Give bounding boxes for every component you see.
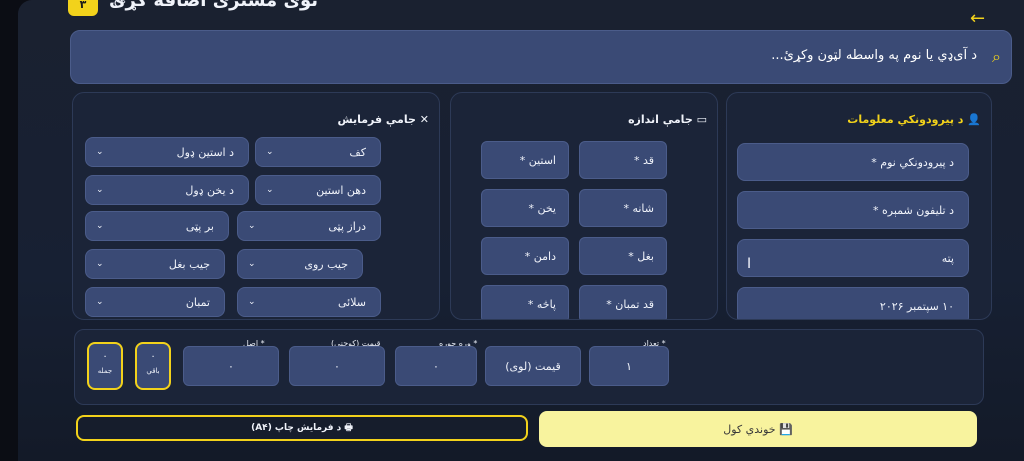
chevron-down-icon: ⌄ — [96, 221, 104, 231]
chevron-down-icon: ⌄ — [248, 221, 256, 231]
dropdown-placket[interactable]: بر پټی ⌄ — [85, 211, 229, 241]
size-field[interactable]: شانه * — [579, 189, 667, 227]
price-large-input[interactable]: قیمت (لوی) — [485, 346, 581, 386]
header: ۳ ⟳ نوی مشتری اضافه کړئ ← — [18, 0, 1024, 30]
size-field[interactable]: پاڅه * — [481, 285, 569, 319]
size-panel: ▭ جامې اندازه قد * استین * شانه * یخن * … — [450, 92, 718, 320]
size-field[interactable]: دامن * — [481, 237, 569, 275]
app-frame: ۳ ⟳ نوی مشتری اضافه کړئ ← ⌕ د آی‌ډي یا ن… — [18, 0, 1024, 461]
size-field[interactable]: بغل * — [579, 237, 667, 275]
remaining-box[interactable]: ۰ باقي — [135, 342, 171, 390]
qty-input[interactable]: ۱ — [589, 346, 669, 386]
search-placeholder: د آی‌ډي یا نوم په واسطه لټون وکړئ... — [771, 48, 977, 63]
customer-panel: 👤 د پیرودونکي معلومات د پیرودونکي نوم * … — [726, 92, 992, 320]
page-title: نوی مشتری اضافه کړئ — [108, 0, 318, 11]
total-box[interactable]: ۰ جمله — [87, 342, 123, 390]
date-field[interactable]: ۱۰ سپتمبر ۲۰۲۶ — [737, 287, 969, 319]
customer-name-field[interactable]: د پیرودونکي نوم * — [737, 143, 969, 181]
chevron-down-icon: ⌄ — [248, 259, 256, 269]
search-icon: ⌕ — [992, 47, 1001, 66]
customer-panel-title: 👤 د پیرودونکي معلومات — [847, 113, 981, 126]
dropdown-side-pocket[interactable]: جیب بغل ⌄ — [85, 249, 225, 279]
chevron-down-icon: ⌄ — [266, 147, 274, 157]
address-field[interactable]: پته — [737, 239, 969, 277]
printer-icon: 🖶 — [344, 423, 353, 433]
search-bar[interactable]: ⌕ د آی‌ډي یا نوم په واسطه لټون وکړئ... — [70, 30, 1012, 84]
size-field[interactable]: قد تمبان * — [579, 285, 667, 319]
dropdown-trousers[interactable]: تمبان ⌄ — [85, 287, 225, 317]
dropdown-sleeve-mouth[interactable]: دهن استین ⌄ — [255, 175, 381, 205]
ruler-icon: ▭ — [696, 113, 707, 126]
print-order-button[interactable]: 🖶 د فرمایش چاپ (A۴) — [76, 415, 528, 441]
arrow-icon[interactable]: ← — [970, 8, 985, 29]
deposit-input[interactable]: ۰ — [395, 346, 477, 386]
chevron-down-icon: ⌄ — [266, 185, 274, 195]
dropdown-front-pocket[interactable]: جیب روی ⌄ — [237, 249, 363, 279]
dropdown-long-placket[interactable]: دراز پټی ⌄ — [237, 211, 381, 241]
price-small-input[interactable]: ۰ — [289, 346, 385, 386]
dropdown-collar-type[interactable]: د یخن ډول ⌄ — [85, 175, 249, 205]
size-field[interactable]: یخن * — [481, 189, 569, 227]
save-button[interactable]: 💾 خوندي کول — [539, 411, 977, 447]
order-panel-title: ✕ جامې فرمایش — [337, 113, 429, 126]
save-icon: 💾 — [779, 422, 793, 436]
size-field[interactable]: قد * — [579, 141, 667, 179]
user-icon: 👤 — [967, 113, 981, 126]
chevron-down-icon: ⌄ — [96, 185, 104, 195]
dropdown-cuff[interactable]: کف ⌄ — [255, 137, 381, 167]
chevron-down-icon: ⌄ — [96, 147, 104, 157]
chevron-down-icon: ⌄ — [96, 297, 104, 307]
text-cursor: I — [747, 256, 752, 272]
pricing-panel: تعداد * ۱ قیمت (لوی) وړه جوړه * ۰ قیمت (… — [74, 329, 984, 405]
order-panel: ✕ جامې فرمایش کف ⌄ د استین ډول ⌄ دهن استین… — [72, 92, 440, 320]
chevron-down-icon: ⌄ — [248, 297, 256, 307]
chevron-down-icon: ⌄ — [96, 259, 104, 269]
count-badge[interactable]: ۳ — [68, 0, 98, 16]
dropdown-stitch[interactable]: سلائی ⌄ — [237, 287, 381, 317]
original-input[interactable]: ۰ — [183, 346, 279, 386]
size-field[interactable]: استین * — [481, 141, 569, 179]
close-icon: ✕ — [419, 113, 429, 126]
dropdown-sleeve-type[interactable]: د استین ډول ⌄ — [85, 137, 249, 167]
size-panel-title: ▭ جامې اندازه — [628, 113, 707, 126]
phone-field[interactable]: د تلیفون شمېره * — [737, 191, 969, 229]
